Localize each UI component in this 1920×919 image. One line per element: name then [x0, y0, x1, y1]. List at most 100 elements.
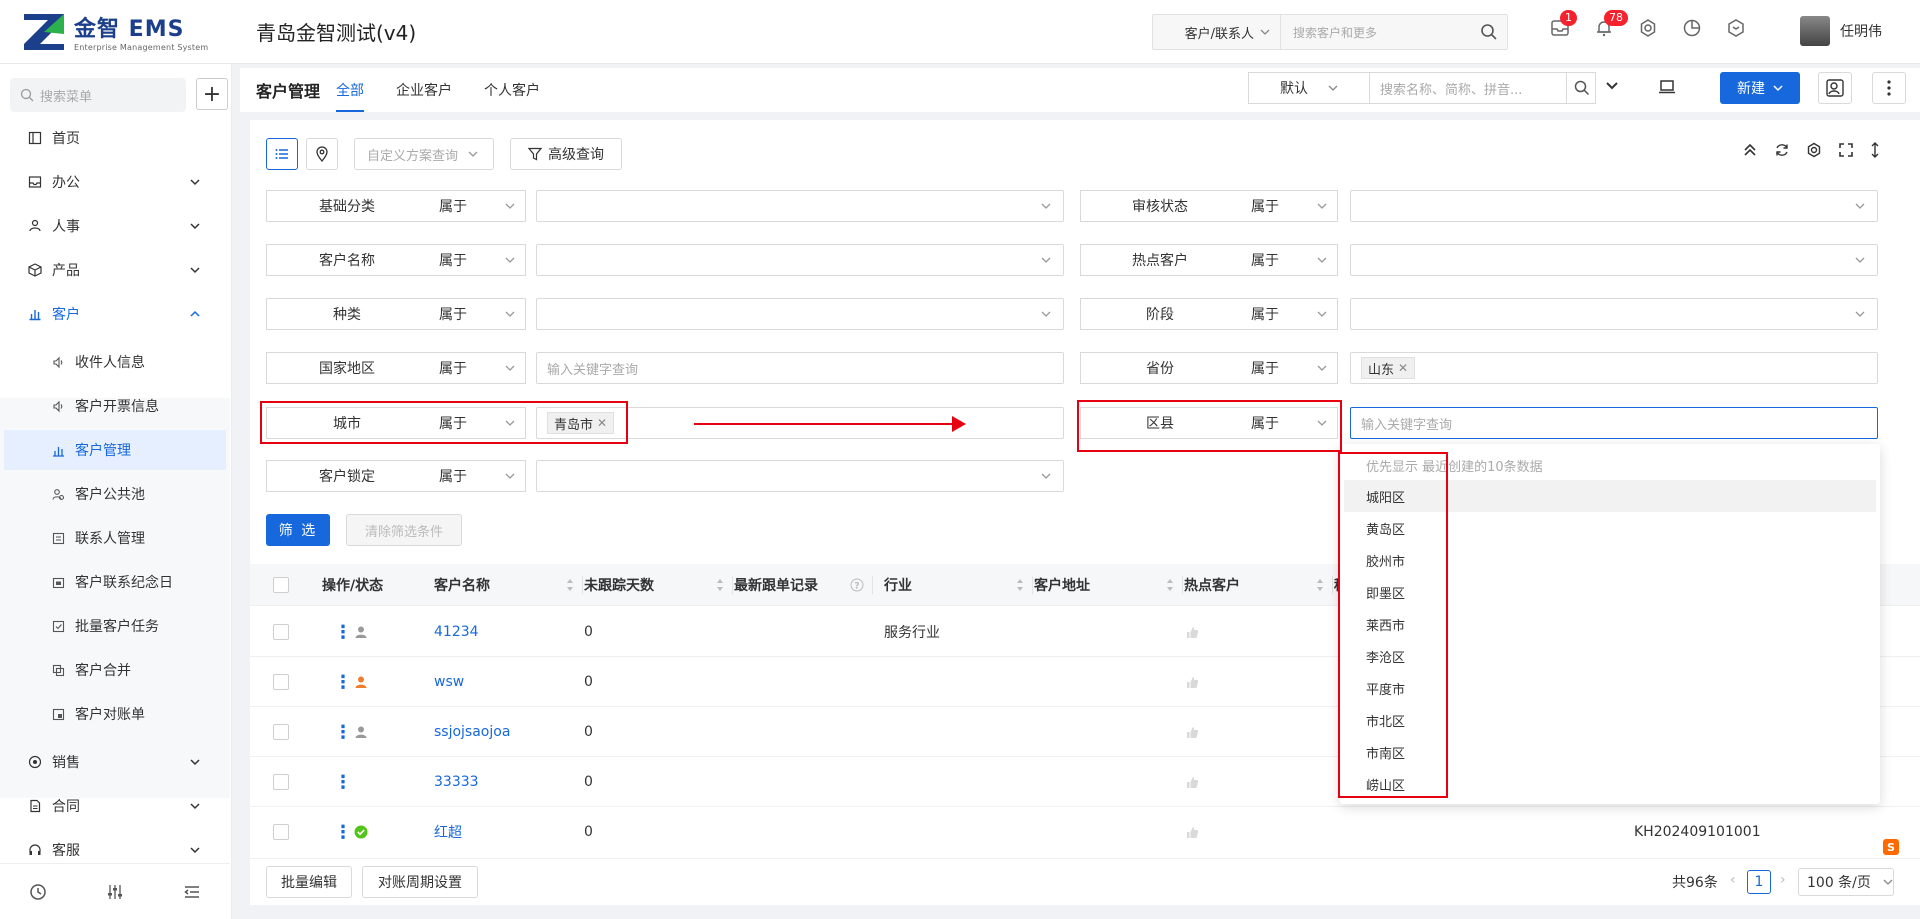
- current-page[interactable]: 1: [1747, 870, 1771, 894]
- filter-operator-select[interactable]: 属于: [427, 190, 526, 222]
- table-row[interactable]: ⋮ 红超 0 KH202409101001: [250, 807, 1920, 859]
- row-checkbox[interactable]: [273, 757, 289, 807]
- filter-operator-select[interactable]: 属于: [1239, 190, 1338, 222]
- row-actions-icon[interactable]: ⋮: [334, 757, 352, 807]
- view-select[interactable]: 默认: [1248, 72, 1370, 104]
- global-search-input[interactable]: 搜索客户和更多: [1281, 24, 1471, 41]
- prev-page-icon[interactable]: ‹: [1730, 872, 1736, 888]
- menu-search-input[interactable]: 搜索菜单: [10, 78, 186, 112]
- column-header-customer-name[interactable]: 客户名称: [434, 564, 574, 606]
- sidebar-sub-item-contacts[interactable]: 联系人管理: [4, 518, 226, 558]
- filter-operator-select[interactable]: 属于: [1239, 298, 1338, 330]
- custom-scheme-select[interactable]: 自定义方案查询: [354, 138, 494, 170]
- sidebar-sub-item-invoice[interactable]: 客户开票信息: [4, 386, 226, 426]
- select-all-checkbox[interactable]: [273, 564, 289, 606]
- filter-value-basic-category[interactable]: [536, 190, 1064, 222]
- fullscreen-icon[interactable]: [1838, 142, 1854, 158]
- sidebar-item-home[interactable]: 首页: [0, 116, 230, 160]
- filter-value-customer-lock[interactable]: [536, 460, 1064, 492]
- customer-search-input[interactable]: 搜索名称、简称、拼音...: [1370, 72, 1596, 104]
- sidebar-sub-item-customer-management[interactable]: 客户管理: [4, 430, 226, 470]
- sidebar-item-sales[interactable]: 销售: [0, 740, 230, 784]
- row-actions-icon[interactable]: ⋮: [334, 657, 352, 707]
- customer-name-link[interactable]: 红超: [434, 807, 462, 857]
- sidebar-sub-item-anniversary[interactable]: 客户联系纪念日: [4, 562, 226, 602]
- gear-icon[interactable]: [1636, 16, 1660, 40]
- todo-icon[interactable]: 1: [1548, 10, 1577, 40]
- sliders-icon[interactable]: [106, 883, 124, 901]
- collapse-menu-icon[interactable]: [183, 883, 201, 901]
- collapse-up-icon[interactable]: [1742, 142, 1758, 158]
- sidebar-sub-item-public-pool[interactable]: 客户公共池: [4, 474, 226, 514]
- settings-icon[interactable]: [1806, 142, 1822, 158]
- user-search-button[interactable]: [1818, 72, 1852, 104]
- laptop-icon[interactable]: [1658, 78, 1676, 96]
- sidebar-item-hr[interactable]: 人事: [0, 204, 230, 248]
- customer-search-button[interactable]: [1566, 72, 1596, 104]
- filter-value-kind[interactable]: [536, 298, 1064, 330]
- customer-name-link[interactable]: 33333: [434, 757, 479, 807]
- user-menu[interactable]: 任明伟: [1800, 16, 1882, 46]
- pie-chart-icon[interactable]: [1680, 16, 1704, 40]
- advanced-query-button[interactable]: 高级查询: [510, 138, 622, 170]
- tab-personal[interactable]: 个人客户: [484, 68, 540, 112]
- filter-operator-select[interactable]: 属于: [427, 352, 526, 384]
- filter-operator-select[interactable]: 属于: [427, 460, 526, 492]
- map-view-button[interactable]: [306, 138, 338, 170]
- sidebar-item-product[interactable]: 产品: [0, 248, 230, 292]
- filter-value-audit-status[interactable]: [1350, 190, 1878, 222]
- row-checkbox[interactable]: [273, 707, 289, 757]
- filter-value-district[interactable]: 输入关键字查询: [1350, 407, 1878, 439]
- column-header-industry[interactable]: 行业: [884, 564, 1024, 606]
- close-icon[interactable]: ✕: [1398, 361, 1408, 375]
- sidebar-sub-item-statement[interactable]: 客户对账单: [4, 694, 226, 734]
- customer-name-link[interactable]: 41234: [434, 607, 479, 657]
- column-header-address[interactable]: 客户地址: [1034, 564, 1174, 606]
- search-icon[interactable]: [1471, 23, 1507, 41]
- filter-value-customer-name[interactable]: [536, 244, 1064, 276]
- filter-value-country[interactable]: 输入关键字查询: [536, 352, 1064, 384]
- sidebar-item-contract[interactable]: 合同: [0, 784, 230, 828]
- column-header-hot-customer[interactable]: 热点客户: [1184, 564, 1324, 606]
- row-checkbox[interactable]: [273, 807, 289, 857]
- thumb-up-icon[interactable]: [1186, 607, 1199, 657]
- sidebar-sub-item-batch-task[interactable]: 批量客户任务: [4, 606, 226, 646]
- tab-enterprise[interactable]: 企业客户: [396, 68, 452, 112]
- more-button[interactable]: [1872, 72, 1906, 104]
- filter-operator-select[interactable]: 属于: [1239, 352, 1338, 384]
- sidebar-sub-item-merge[interactable]: 客户合并: [4, 650, 226, 690]
- search-scope-select[interactable]: 客户/联系人: [1153, 15, 1281, 49]
- row-checkbox[interactable]: [273, 657, 289, 707]
- sidebar-sub-item-recipient[interactable]: 收件人信息: [4, 342, 226, 382]
- row-actions-icon[interactable]: ⋮: [334, 707, 352, 757]
- filter-value-province[interactable]: 山东 ✕: [1350, 352, 1878, 384]
- page-size-select[interactable]: 100 条/页: [1798, 868, 1894, 896]
- history-icon[interactable]: [29, 883, 47, 901]
- batch-edit-button[interactable]: 批量编辑: [266, 866, 352, 898]
- row-checkbox[interactable]: [273, 607, 289, 657]
- filter-operator-select[interactable]: 属于: [427, 244, 526, 276]
- column-header-untracked-days[interactable]: 未跟踪天数: [584, 564, 724, 606]
- row-actions-icon[interactable]: ⋮: [334, 607, 352, 657]
- filter-operator-select[interactable]: 属于: [427, 298, 526, 330]
- filter-button[interactable]: 筛 选: [266, 514, 330, 546]
- customer-name-link[interactable]: wsw: [434, 657, 464, 707]
- tab-all[interactable]: 全部: [336, 68, 365, 112]
- add-menu-button[interactable]: +: [196, 78, 228, 110]
- bell-icon[interactable]: 78: [1592, 10, 1628, 40]
- thumb-up-icon[interactable]: [1186, 707, 1199, 757]
- filter-value-hot-customer[interactable]: [1350, 244, 1878, 276]
- column-header-latest-record[interactable]: 最新跟单记录 ?: [734, 564, 864, 606]
- logo[interactable]: 金智 EMS Enterprise Management System: [0, 11, 240, 52]
- filter-operator-select[interactable]: 属于: [1239, 244, 1338, 276]
- filter-value-stage[interactable]: [1350, 298, 1878, 330]
- refresh-icon[interactable]: [1774, 142, 1790, 158]
- period-setting-button[interactable]: 对账周期设置: [362, 866, 478, 898]
- sidebar-item-customer[interactable]: 客户: [0, 292, 230, 336]
- row-height-icon[interactable]: [1870, 142, 1880, 158]
- cube-icon[interactable]: [1724, 16, 1748, 40]
- thumb-up-icon[interactable]: [1186, 757, 1199, 807]
- customer-name-link[interactable]: ssjojsaojoa: [434, 707, 510, 757]
- row-actions-icon[interactable]: ⋮: [334, 807, 352, 857]
- list-view-button[interactable]: [266, 138, 298, 170]
